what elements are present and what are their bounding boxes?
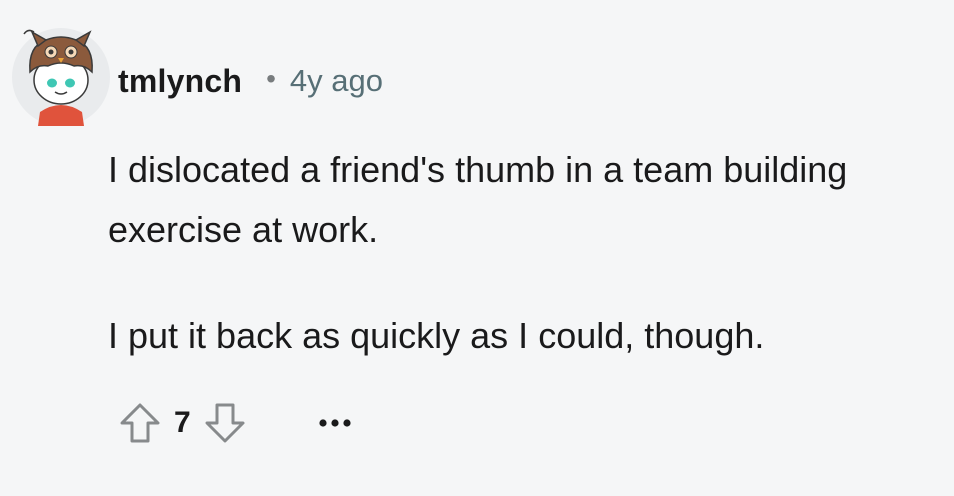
comment-paragraph: I put it back as quickly as I could, tho… — [108, 315, 765, 356]
comment-body: I dislocated a friend's thumb in a team … — [108, 140, 928, 366]
upvote-arrow-icon — [120, 403, 160, 443]
downvote-button[interactable] — [199, 395, 251, 451]
owl-avatar-icon — [23, 29, 93, 126]
comment-paragraph: I dislocated a friend's thumb in a team … — [108, 149, 848, 250]
vote-score: 7 — [174, 406, 191, 439]
user-avatar[interactable] — [12, 28, 110, 126]
username-link[interactable]: tmlynch — [118, 63, 242, 100]
comment-actions: 7 — [114, 395, 359, 451]
downvote-arrow-icon — [205, 403, 245, 443]
comment-timestamp[interactable]: 4y ago — [290, 63, 383, 99]
comment-header: tmlynch • 4y ago — [118, 58, 383, 104]
more-options-button[interactable] — [311, 395, 359, 451]
meta-separator: • — [266, 63, 276, 94]
comment: tmlynch • 4y ago I dislocated a friend's… — [0, 0, 954, 496]
more-options-icon — [319, 419, 351, 427]
upvote-button[interactable] — [114, 395, 166, 451]
